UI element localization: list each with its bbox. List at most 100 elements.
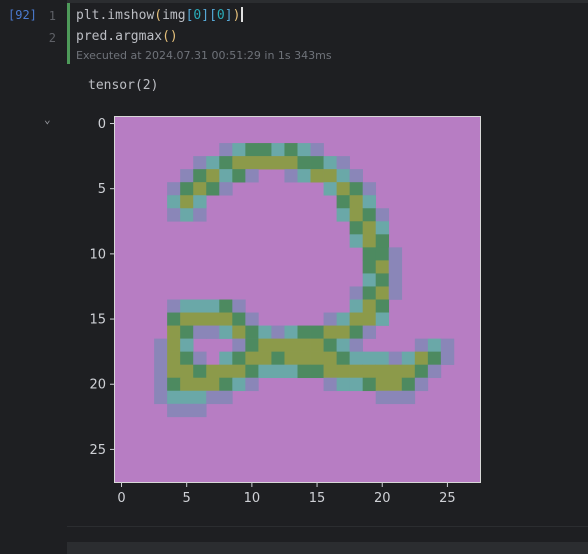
image-pixel [336,364,350,379]
image-pixel [336,195,350,209]
image-pixel [323,351,337,365]
image-pixel [180,377,194,392]
image-pixel [349,169,363,183]
image-pixel [323,364,337,379]
image-pixel [219,156,233,170]
image-pixel [323,312,337,326]
image-pixel [193,195,207,209]
y-tick-label: 20 [89,378,106,393]
x-tick-label: 5 [183,491,191,506]
image-pixel [245,143,259,157]
image-pixel [310,364,324,379]
image-pixel [232,312,246,326]
image-pixel [180,169,194,183]
image-pixel [167,325,181,339]
cell-separator [67,526,588,527]
image-pixel [245,325,259,339]
image-pixel [206,182,220,196]
image-pixel [167,377,181,392]
image-pixel [388,351,403,365]
image-pixel [219,364,233,379]
image-pixel [284,338,298,352]
image-pixel [427,351,442,365]
image-pixel [375,351,390,365]
image-pixel [232,377,246,392]
image-pixel [193,364,207,379]
image-pixel [323,156,337,170]
image-pixel [414,377,429,392]
image-pixel [375,234,390,248]
image-pixel [349,208,363,222]
image-pixel [375,221,390,235]
image-pixel [258,156,272,170]
image-pixel [401,390,416,405]
image-pixel [154,338,168,352]
image-pixel [388,377,403,392]
image-pixel [219,312,233,326]
image-pixel [362,377,377,392]
image-pixel [375,390,390,405]
image-pixel [349,286,363,300]
image-pixel [232,143,246,157]
image-pixel [154,390,168,405]
image-pixel [336,208,350,222]
image-pixel [362,234,377,248]
image-pixel [414,338,429,352]
image-pixel [167,195,181,209]
image-pixel [271,338,285,352]
image-pixel [427,364,442,379]
image-pixel [219,377,233,392]
image-pixel [245,312,259,326]
image-pixel [349,377,363,392]
image-pixel [310,156,324,170]
image-pixel [362,221,377,235]
y-tick-label: 10 [89,247,106,262]
image-pixel [258,351,272,365]
image-pixel [362,286,377,300]
image-pixel [440,351,455,365]
image-pixel [336,182,350,196]
image-pixel [271,325,285,339]
image-pixel [167,182,181,196]
image-pixel [245,364,259,379]
image-pixel [336,377,350,392]
image-pixel [206,390,220,405]
image-pixel [375,364,390,379]
image-pixel [349,364,363,379]
image-pixel [323,377,337,392]
image-pixel [180,403,194,418]
image-pixel [362,182,377,196]
image-pixel [284,169,298,183]
x-tick-label: 0 [117,491,125,506]
image-pixel [362,351,377,365]
image-pixel [427,338,442,352]
image-pixel [219,351,233,365]
image-pixel [193,182,207,196]
image-pixel [245,338,259,352]
image-pixel [375,377,390,392]
image-pixel [193,156,207,170]
image-pixel [193,169,207,183]
image-plot: 0 5 10 15 20 25 0 5 10 15 20 25 [89,116,481,506]
image-pixel [206,156,220,170]
image-pixel [362,312,377,326]
image-pixel [219,169,233,183]
image-pixel [271,143,285,157]
image-pixel [180,325,194,339]
image-pixel [401,377,416,392]
image-pixel [375,273,390,287]
image-pixel [271,156,285,170]
image-pixel [297,143,311,157]
image-pixel [167,403,181,418]
image-pixel [232,338,246,352]
image-pixel [297,351,311,365]
image-pixel [362,260,377,274]
y-tick-label: 15 [89,313,106,328]
image-pixel [219,299,233,313]
y-tick-label: 5 [98,182,106,197]
y-tick-label: 0 [98,117,106,132]
image-pixel [349,325,363,339]
image-pixel [297,325,311,339]
image-pixel [323,325,337,339]
image-pixel [375,260,390,274]
